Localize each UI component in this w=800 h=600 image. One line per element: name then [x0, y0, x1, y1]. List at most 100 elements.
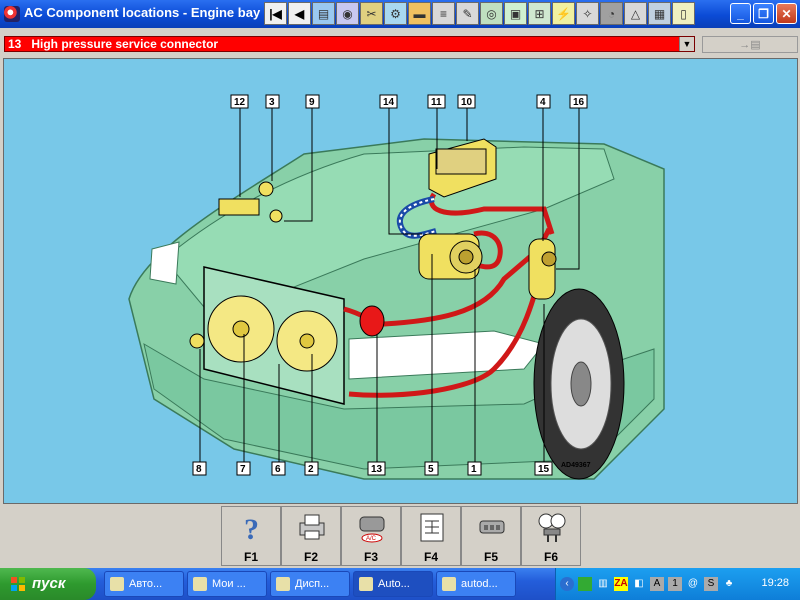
label-box-6: 6	[271, 461, 286, 476]
task-button[interactable]: autod...	[436, 571, 516, 597]
f1-button[interactable]: ? F1	[221, 506, 281, 566]
task-button-active[interactable]: Auto...	[353, 571, 433, 597]
first-page-icon[interactable]: |◀	[264, 2, 287, 25]
f6-button[interactable]: F6	[521, 506, 581, 566]
sensor-icon[interactable]: ◎	[480, 2, 503, 25]
diagram-code: AD49367	[561, 462, 591, 469]
label-box-11: 11	[427, 94, 446, 109]
task-button[interactable]: Авто...	[104, 571, 184, 597]
title-bar[interactable]: AC Component locations - Engine bay |◀ ◀…	[0, 0, 800, 28]
component-dropdown-value: 13 High pressure service connector	[8, 37, 219, 51]
one-icon[interactable]: 1	[668, 577, 682, 591]
app-icon[interactable]	[4, 6, 20, 22]
diode-component	[258, 181, 274, 197]
panel-icon[interactable]: ▣	[504, 2, 527, 25]
car-icon[interactable]: ▬	[408, 2, 431, 25]
language-icon[interactable]: ◧	[632, 577, 646, 591]
label-box-5: 5	[424, 461, 439, 476]
hp-service-connector	[359, 305, 385, 337]
toolbar: |◀ ◀ ▤ ◉ ✂ ⚙ ▬ ≡ ✎ ◎ ▣ ⊞ ⚡ ✧ ◔ △ ▦ ▯	[264, 2, 695, 26]
document-icon[interactable]: ▯	[672, 2, 695, 25]
label-box-3: 3	[265, 94, 280, 109]
window-controls: _ ❐ ✕	[730, 3, 797, 24]
label-12: 12	[234, 97, 246, 108]
label-box-14: 14	[379, 94, 398, 109]
task-button[interactable]: Мои ...	[187, 571, 267, 597]
connector-icon	[479, 520, 505, 534]
globe-icon[interactable]: ♣	[722, 577, 736, 591]
app-icon	[110, 577, 124, 591]
f1-label: F1	[243, 550, 258, 564]
label-box-7: 7	[236, 461, 251, 476]
windows-logo-icon	[11, 577, 25, 591]
goto-icon: →▤	[739, 39, 761, 51]
f2-button[interactable]: F2	[281, 506, 341, 566]
label-10: 10	[461, 97, 473, 108]
label-box-8: 8	[192, 461, 207, 476]
gauge-icon[interactable]: ◔	[600, 2, 623, 25]
label-box-15: 15	[534, 461, 553, 476]
drawing-icon[interactable]: ≡	[432, 2, 455, 25]
wrench-icon[interactable]: ⚙	[384, 2, 407, 25]
printer-icon	[299, 514, 325, 540]
f4-label: F4	[423, 550, 438, 564]
switch-sensor	[189, 333, 205, 349]
warning-icon[interactable]: △	[624, 2, 647, 25]
a-icon[interactable]: A	[650, 577, 664, 591]
previous-page-icon[interactable]: ◀	[288, 2, 311, 25]
app-icon	[359, 577, 373, 591]
label-5: 5	[428, 464, 434, 475]
pen-icon[interactable]: ✎	[456, 2, 479, 25]
cpu-icon[interactable]: ▦	[648, 2, 671, 25]
lift-icon[interactable]: ⊞	[528, 2, 551, 25]
bolt-icon[interactable]: ⚡	[552, 2, 575, 25]
manual-icon[interactable]: ▤	[312, 2, 335, 25]
label-box-1: 1	[467, 461, 482, 476]
svg-text:A/C: A/C	[366, 536, 377, 542]
close-button[interactable]: ✕	[776, 3, 797, 24]
label-3: 3	[269, 97, 275, 108]
start-label: пуск	[32, 575, 66, 592]
f3-button[interactable]: A/C F3	[341, 506, 401, 566]
s-icon[interactable]: S	[704, 577, 718, 591]
help-question-icon: ?	[244, 513, 259, 543]
component-dropdown[interactable]: 13 High pressure service connector ▼	[4, 36, 695, 52]
component-diagram: 12 3 9 14 11 10 4 16 8 7 6 2 13 5 1 15 A…	[3, 58, 798, 504]
label-box-12: 12	[230, 94, 249, 109]
label-2: 2	[308, 464, 314, 475]
chevron-down-icon[interactable]: ▼	[679, 37, 694, 51]
label-6: 6	[275, 464, 281, 475]
clock[interactable]: 19:28	[761, 577, 789, 589]
minimize-button[interactable]: _	[730, 3, 751, 24]
relay-block	[218, 198, 260, 216]
label-8: 8	[196, 464, 202, 475]
ac-compressor-icon: A/C	[359, 516, 385, 543]
f5-button[interactable]: F5	[461, 506, 521, 566]
system-tray: ‹ ▥ ZA ◧ A 1 @ S ♣ 19:28	[555, 568, 800, 600]
svg-text:?: ?	[244, 513, 259, 543]
wiring-diagram-icon	[420, 513, 444, 542]
label-11: 11	[431, 97, 442, 108]
disc-icon[interactable]: ◉	[336, 2, 359, 25]
function-key-bar: ? F1 F2 A/C F3 F4 F5 F6	[0, 504, 800, 568]
back-arrow-icon[interactable]: ‹	[560, 577, 574, 591]
spanner-icon[interactable]: ✧	[576, 2, 599, 25]
f4-button[interactable]: F4	[401, 506, 461, 566]
go-to-button[interactable]: →▤	[702, 36, 798, 53]
receiver-drier	[528, 238, 556, 300]
tools-icon[interactable]: ✂	[360, 2, 383, 25]
label-box-16: 16	[569, 94, 588, 109]
start-button[interactable]: пуск	[0, 568, 96, 600]
task-button[interactable]: Дисп...	[270, 571, 350, 597]
app-icon	[442, 577, 456, 591]
restore-button[interactable]: ❐	[753, 3, 774, 24]
za-icon[interactable]: ZA	[614, 577, 628, 591]
f5-label: F5	[483, 550, 498, 564]
label-4: 4	[540, 97, 546, 108]
task-list: Авто... Мои ... Дисп... Auto... autod...	[104, 571, 516, 597]
at-icon[interactable]: @	[686, 577, 700, 591]
monitor-icon[interactable]	[578, 577, 592, 591]
network-icon[interactable]: ▥	[596, 577, 610, 591]
label-box-4: 4	[536, 94, 551, 109]
temp-switch	[269, 209, 283, 223]
